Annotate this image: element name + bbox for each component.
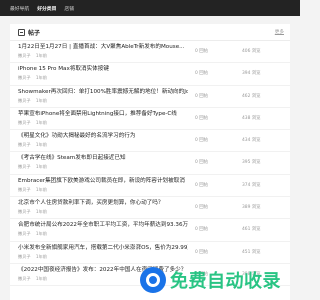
- post-time: 1年前: [35, 253, 47, 259]
- nav-link-shop[interactable]: 店铺: [64, 5, 74, 12]
- post-views: 438 浏览: [242, 115, 261, 121]
- post-title[interactable]: 北京市个人住房贷款利率下调，买房更划算，你心动了吗？: [18, 199, 188, 208]
- watermark-logo-icon: [140, 267, 166, 293]
- post-replies: 0 回帖: [195, 71, 208, 77]
- panel-title-wrap: 帖子: [18, 28, 40, 37]
- post-title[interactable]: Embracer集团旗下欧美游戏公司裁员在即，新设的阵容计划被取消: [18, 177, 188, 186]
- post-row[interactable]: 1月22日至1月27日 | 直播首战：大V聚焦AbleTr新发布的Mouse..…: [10, 41, 290, 64]
- post-views: 374 浏览: [242, 182, 261, 188]
- meta-separator: [33, 209, 34, 214]
- post-time: 1年前: [35, 164, 47, 170]
- panel-header: 帖子 更多: [10, 24, 290, 41]
- post-views: 395 浏览: [242, 160, 261, 166]
- post-time: 1年前: [35, 97, 47, 103]
- post-row[interactable]: 《明星文化》功勋大揭秘最好的名流学习的行为 撒贝子 1年前 0 回帖 434 浏…: [10, 130, 290, 153]
- post-row[interactable]: Showmaker再次回归：单打100%胜率震撼无解的地位！新动向的Jowmak…: [10, 86, 290, 108]
- nav-link-category[interactable]: 好分类目: [37, 5, 56, 12]
- post-author[interactable]: 撒贝子: [18, 98, 31, 103]
- nav-link-home[interactable]: 最好导航: [10, 5, 29, 12]
- post-time: 1年前: [35, 275, 47, 281]
- watermark-logo-ring: [146, 273, 160, 287]
- post-views: 462 浏览: [242, 93, 261, 99]
- watermark-text: 免费自动收录: [170, 271, 281, 292]
- post-row[interactable]: 苹果宣布iPhone将全面禁用Lightning接口，推荐备好Type-C线 撒…: [10, 108, 290, 131]
- post-time: 1年前: [35, 209, 47, 215]
- post-views: 389 浏览: [242, 205, 261, 211]
- post-title[interactable]: 合肥市统计局公布2022年全市职工平均工资，平均年薪达到93.36万元: [18, 221, 188, 230]
- post-author[interactable]: 撒贝子: [18, 276, 31, 281]
- post-author[interactable]: 撒贝子: [18, 187, 31, 192]
- meta-separator: [33, 254, 34, 259]
- post-title[interactable]: 《明星文化》功勋大揭秘最好的名流学习的行为: [18, 132, 188, 141]
- post-title[interactable]: 苹果宣布iPhone将全面禁用Lightning接口，推荐备好Type-C线: [18, 110, 188, 119]
- post-time: 1年前: [35, 142, 47, 148]
- meta-separator: [33, 276, 34, 281]
- posts-panel: 帖子 更多 1月22日至1月27日 | 直播首战：大V聚焦AbleTr新发布的M…: [10, 24, 290, 300]
- post-title[interactable]: 《考古学在线》Steam发布即日起接近已知: [18, 154, 188, 163]
- post-replies: 0 回帖: [195, 93, 208, 99]
- post-replies: 0 回帖: [195, 205, 208, 211]
- post-time: 1年前: [35, 186, 47, 192]
- meta-separator: [33, 231, 34, 236]
- post-author[interactable]: 撒贝子: [18, 75, 31, 80]
- panel-title: 帖子: [28, 29, 41, 37]
- post-replies: 0 回帖: [195, 182, 208, 188]
- post-views: 406 浏览: [242, 49, 261, 54]
- post-replies: 0 回帖: [195, 115, 208, 121]
- post-views: 434 浏览: [242, 138, 261, 144]
- meta-separator: [33, 120, 34, 125]
- meta-separator: [33, 98, 34, 103]
- meta-separator: [33, 53, 34, 58]
- post-replies: 0 回帖: [195, 138, 208, 144]
- post-time: 1年前: [35, 119, 47, 125]
- post-title[interactable]: iPhone 15 Pro Max将取消实体按键: [18, 65, 188, 74]
- post-time: 1年前: [35, 75, 47, 81]
- post-time: 1年前: [35, 53, 47, 58]
- meta-separator: [33, 142, 34, 147]
- post-author[interactable]: 撒贝子: [18, 53, 31, 58]
- post-replies: 0 回帖: [195, 49, 208, 54]
- post-author[interactable]: 撒贝子: [18, 231, 31, 236]
- post-author[interactable]: 撒贝子: [18, 254, 31, 259]
- top-nav: 最好导航 好分类目 店铺: [10, 0, 82, 16]
- meta-separator: [33, 164, 34, 169]
- meta-separator: [33, 75, 34, 80]
- meta-separator: [33, 187, 34, 192]
- post-views: 461 浏览: [242, 227, 261, 233]
- post-row[interactable]: Embracer集团旗下欧美游戏公司裁员在即，新设的阵容计划被取消 撒贝子 1年…: [10, 175, 290, 198]
- post-views: 394 浏览: [242, 71, 261, 77]
- post-author[interactable]: 撒贝子: [18, 120, 31, 125]
- post-row[interactable]: 小米发布全新旗舰家用汽车，搭载第二代小米澎湃OS，售价为29.99万元起步 撒贝…: [10, 242, 290, 264]
- post-replies: 0 回帖: [195, 249, 208, 255]
- post-author[interactable]: 撒贝子: [18, 164, 31, 169]
- post-row[interactable]: 《考古学在线》Steam发布即日起接近已知 撒贝子 1年前 0 回帖 395 浏…: [10, 152, 290, 175]
- post-title[interactable]: Showmaker再次回归：单打100%胜率震撼无解的地位！新动向的Jowmak…: [18, 88, 188, 97]
- post-author[interactable]: 撒贝子: [18, 209, 31, 214]
- post-views: 451 浏览: [242, 249, 261, 255]
- post-title[interactable]: 1月22日至1月27日 | 直播首战：大V聚焦AbleTr新发布的Mouse..…: [18, 43, 188, 52]
- post-row[interactable]: 北京市个人住房贷款利率下调，买房更划算，你心动了吗？ 撒贝子 1年前 0 回帖 …: [10, 197, 290, 220]
- top-bar: 最好导航 好分类目 店铺: [0, 0, 300, 16]
- post-title[interactable]: 小米发布全新旗舰家用汽车，搭载第二代小米澎湃OS，售价为29.99万元起步: [18, 244, 188, 253]
- post-list-icon: [18, 28, 25, 36]
- watermark: 免费自动收录: [140, 262, 300, 298]
- post-time: 1年前: [35, 231, 47, 237]
- post-replies: 0 回帖: [195, 227, 208, 233]
- post-row[interactable]: iPhone 15 Pro Max将取消实体按键 撒贝子 1年前 0 回帖 39…: [10, 63, 290, 86]
- post-row[interactable]: 合肥市统计局公布2022年全市职工平均工资，平均年薪达到93.36万元 撒贝子 …: [10, 219, 290, 242]
- more-link[interactable]: 更多: [275, 29, 284, 35]
- post-replies: 0 回帖: [195, 160, 208, 166]
- post-author[interactable]: 撒贝子: [18, 142, 31, 147]
